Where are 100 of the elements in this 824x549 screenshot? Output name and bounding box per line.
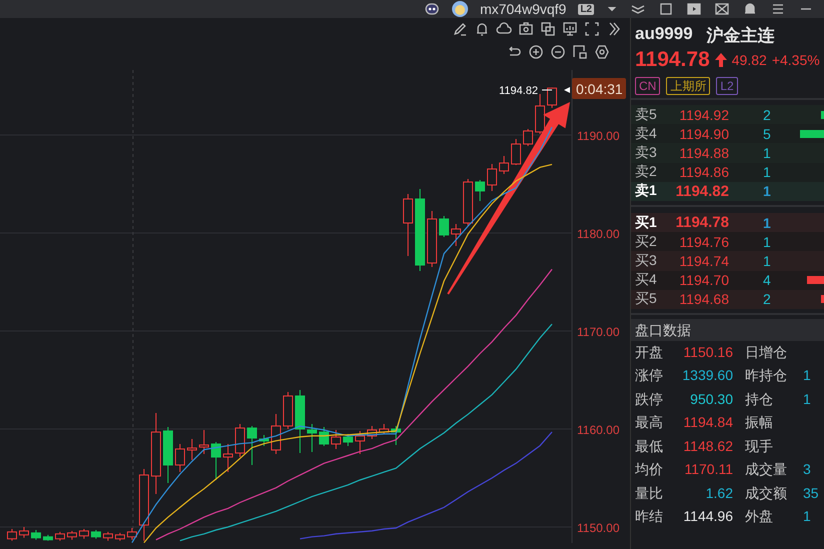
candle [163,426,173,484]
field-label: 现手 [745,436,774,456]
candle [271,414,281,454]
bell-icon[interactable] [474,21,490,37]
section-header: 盘口数据 [631,318,824,341]
field-label: 日增仓 [745,342,788,362]
candle [43,534,53,542]
candle [127,528,137,540]
field-value: 1 [802,366,812,386]
candle [367,425,377,440]
level-label: 卖4 [635,124,658,143]
field-value: 1144.96 [682,507,734,526]
camera-icon[interactable] [518,21,534,37]
field-label: 最高 [635,413,664,432]
window-icon[interactable] [658,1,674,17]
volume-value: 1 [762,164,772,180]
candle [511,138,521,166]
candle [391,425,401,446]
level-label: 卖3 [635,144,658,162]
level-label: 买5 [635,290,658,308]
price-value: 1194.68 [678,291,730,308]
candle [331,430,341,450]
candle [355,430,365,454]
price-value: 1194.86 [678,164,730,180]
candle [103,531,113,542]
last-price: 1194.78 [635,48,710,72]
candle [439,216,449,238]
field-label: 持仓 [745,390,774,409]
field-value: 1148.62 [682,436,734,456]
market-tag: 上期所 [666,77,710,95]
candle [31,529,41,540]
price-value: 1194.82 [674,182,730,200]
price-value: 1194.78 [674,214,730,232]
candle [343,434,353,446]
level-label: 卖1 [635,182,658,200]
mail-icon[interactable] [714,1,730,17]
field-value: 3 [802,460,812,480]
candle [67,530,77,540]
market-tag: CN [635,77,660,95]
candle [55,531,65,542]
settings-icon[interactable] [594,44,610,60]
volume-value: 1 [762,183,772,200]
field-value: 1170.11 [683,460,734,480]
candle [523,128,533,146]
candle [223,444,233,473]
volume-value: 1 [762,234,772,250]
candle [235,424,245,458]
level-label: 买3 [635,252,658,270]
zoom-out-icon[interactable] [550,44,566,60]
candle [91,529,101,540]
up-arrow-icon [714,53,727,67]
field-value: 1150.16 [682,342,734,362]
field-value: 1194.84 [682,413,734,432]
zoom-in-icon[interactable] [528,44,544,60]
candle [187,438,197,460]
candle [19,526,29,538]
level-label: 卖2 [635,163,658,182]
candle [259,434,269,446]
candle [79,528,89,540]
price-value: 1194.70 [678,272,730,288]
fullscreen-icon[interactable] [584,21,600,37]
monitor-icon[interactable] [562,21,578,37]
field-label: 最低 [635,436,664,456]
field-value: 1 [802,507,812,526]
robot-icon[interactable] [424,1,440,17]
field-label: 外盘 [745,507,774,526]
field-label: 成交额 [745,484,788,503]
copy-icon[interactable] [540,21,556,37]
pencil-icon[interactable] [452,21,468,37]
level-label: 买2 [635,232,658,251]
pointer-icon [564,87,570,93]
play-icon[interactable] [686,1,702,17]
volume-value: 5 [762,126,772,142]
price-axis-label: 1180.00 [577,227,620,241]
symbol-code: au9999 [635,24,693,45]
candle [307,424,317,453]
field-label: 振幅 [745,413,774,432]
field-label: 均价 [635,460,664,480]
candle [427,210,437,268]
field-value: 950.30 [689,390,734,409]
price-change: 49.82 [732,52,767,68]
field-value: 1 [802,390,812,409]
price-value: 1194.90 [678,126,730,142]
level-badge: L2 [578,4,594,14]
price-value: 1194.74 [678,252,730,269]
layout-icon[interactable] [572,44,588,60]
field-label: 量比 [635,484,664,503]
volume-value: 2 [762,106,772,123]
price-axis-label: 1170.00 [577,325,620,339]
username[interactable]: mx704w9vqf9 [480,1,566,17]
symbol-name: 沪金主连 [706,25,775,46]
candle [463,178,473,227]
candle [247,425,257,466]
candle [175,444,185,473]
countdown-badge: 0:04:31 [572,78,626,99]
field-label: 开盘 [635,342,664,362]
volume-value: 1 [762,144,772,161]
candle [451,223,461,247]
avatar-icon[interactable] [452,1,468,17]
price-value: 1194.76 [678,234,730,250]
